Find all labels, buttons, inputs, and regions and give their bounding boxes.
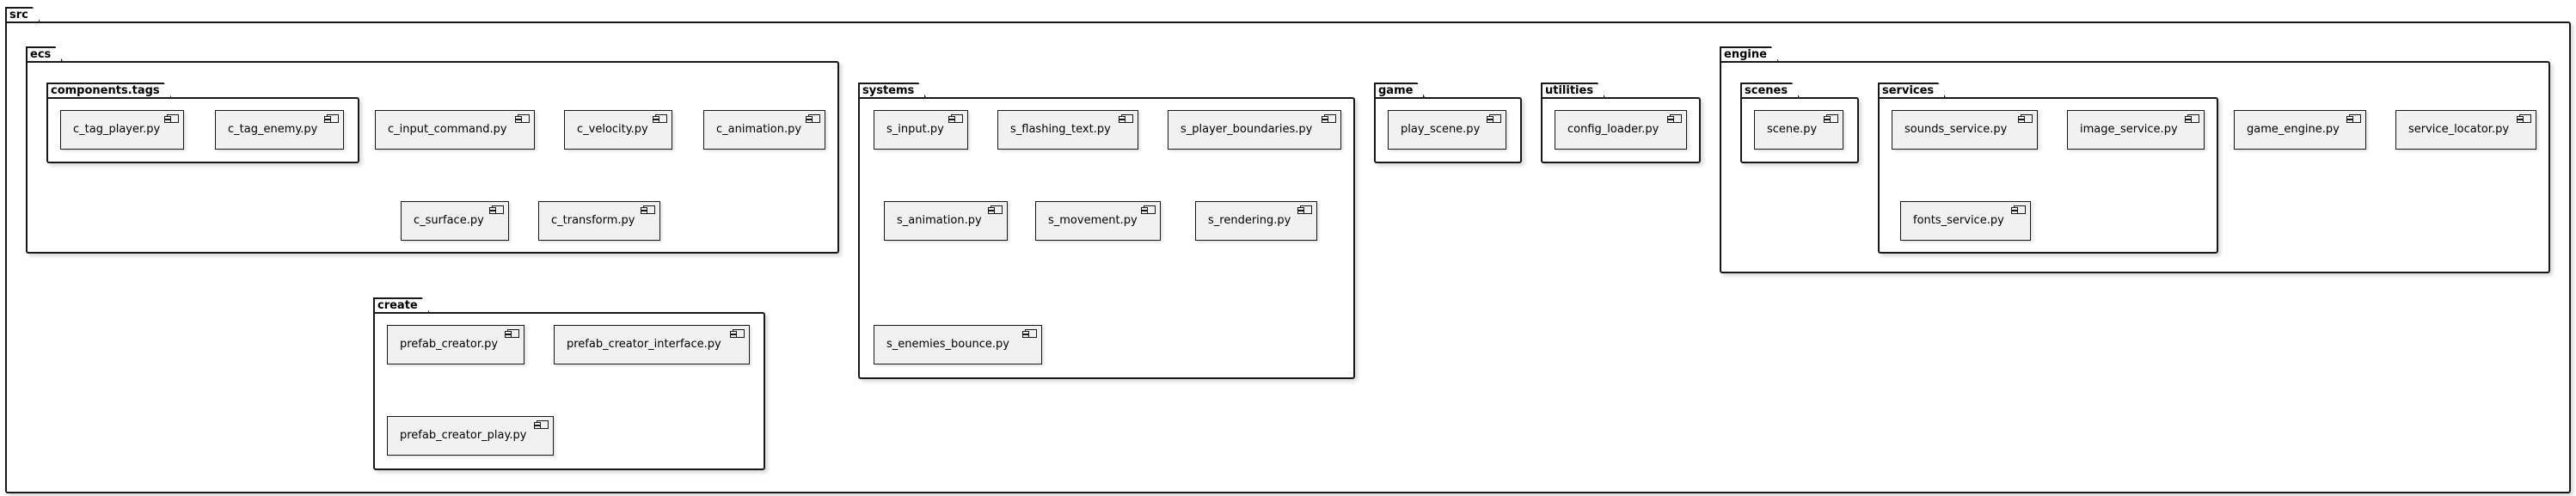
component-label: s_player_boundaries.py [1181, 123, 1313, 136]
component-label: prefab_creator.py [400, 338, 499, 351]
component-s-animation[interactable]: s_animation.py [884, 201, 1008, 241]
component-label: sounds_service.py [1904, 123, 2008, 136]
component-play-scene[interactable]: play_scene.py [1388, 110, 1506, 150]
component-label: fonts_service.py [1913, 214, 2004, 227]
component-label: s_movement.py [1048, 214, 1138, 227]
component-c-tag-player[interactable]: c_tag_player.py [60, 110, 184, 150]
component-label: s_input.py [886, 123, 944, 136]
component-icon [2185, 114, 2199, 123]
component-scene[interactable]: scene.py [1754, 110, 1843, 150]
component-c-input-command[interactable]: c_input_command.py [375, 110, 535, 150]
component-icon [505, 329, 519, 338]
component-label: c_input_command.py [388, 123, 507, 136]
component-label: service_locator.py [2408, 123, 2510, 136]
component-s-input[interactable]: s_input.py [874, 110, 968, 150]
component-s-enemies-bounce[interactable]: s_enemies_bounce.py [874, 325, 1042, 364]
package-game-label: game [1374, 83, 1425, 98]
component-label: s_rendering.py [1208, 214, 1291, 227]
component-icon [806, 114, 820, 123]
component-icon [1141, 205, 1156, 214]
component-c-velocity[interactable]: c_velocity.py [564, 110, 672, 150]
component-icon [1487, 114, 1501, 123]
component-icon [1022, 329, 1037, 338]
component-label: s_animation.py [897, 214, 982, 227]
component-c-surface[interactable]: c_surface.py [401, 201, 509, 241]
component-icon [2517, 114, 2531, 123]
component-sounds-service[interactable]: sounds_service.py [1892, 110, 2038, 150]
package-engine-label: engine [1720, 46, 1779, 62]
component-label: prefab_creator_interface.py [567, 338, 721, 351]
component-label: play_scene.py [1401, 123, 1481, 136]
component-icon [2018, 114, 2033, 123]
component-c-animation[interactable]: c_animation.py [703, 110, 825, 150]
component-label: prefab_creator_play.py [400, 429, 527, 442]
package-src-label: src [5, 7, 40, 22]
component-label: c_surface.py [414, 214, 484, 227]
package-utilities-label: utilities [1541, 83, 1605, 98]
component-game-engine[interactable]: game_engine.py [2234, 110, 2366, 150]
component-icon [1297, 205, 1312, 214]
component-label: c_animation.py [716, 123, 802, 136]
component-config-loader[interactable]: config_loader.py [1555, 110, 1687, 150]
component-label: scene.py [1767, 123, 1818, 136]
component-icon [534, 420, 549, 429]
component-prefab-creator-interface[interactable]: prefab_creator_interface.py [554, 325, 750, 364]
package-components-tags-label: components.tags [46, 83, 172, 98]
component-label: game_engine.py [2247, 123, 2340, 136]
component-icon [2346, 114, 2361, 123]
component-icon [1824, 114, 1838, 123]
component-icon [653, 114, 667, 123]
component-icon [2011, 205, 2026, 214]
component-label: s_enemies_bounce.py [886, 338, 1009, 351]
component-s-movement[interactable]: s_movement.py [1035, 201, 1161, 241]
component-label: c_tag_enemy.py [228, 123, 318, 136]
component-icon [164, 114, 179, 123]
component-label: image_service.py [2080, 123, 2178, 136]
component-icon [730, 329, 745, 338]
component-icon [948, 114, 963, 123]
component-icon [489, 205, 504, 214]
component-icon [324, 114, 339, 123]
component-label: s_flashing_text.py [1010, 123, 1111, 136]
component-label: config_loader.py [1567, 123, 1659, 136]
package-scenes-label: scenes [1740, 83, 1800, 98]
component-label: c_transform.py [551, 214, 635, 227]
component-s-flashing-text[interactable]: s_flashing_text.py [997, 110, 1138, 150]
component-label: c_velocity.py [577, 123, 648, 136]
component-c-transform[interactable]: c_transform.py [538, 201, 660, 241]
component-prefab-creator-play[interactable]: prefab_creator_play.py [387, 416, 554, 456]
component-icon [1667, 114, 1682, 123]
component-service-locator[interactable]: service_locator.py [2395, 110, 2536, 150]
component-label: c_tag_player.py [73, 123, 161, 136]
component-prefab-creator[interactable]: prefab_creator.py [387, 325, 524, 364]
component-icon [988, 205, 1003, 214]
package-services-label: services [1878, 83, 1946, 98]
component-s-rendering[interactable]: s_rendering.py [1195, 201, 1317, 241]
component-icon [1322, 114, 1336, 123]
component-icon [1119, 114, 1133, 123]
package-ecs-label: ecs [26, 46, 63, 62]
component-icon [515, 114, 530, 123]
component-icon [641, 205, 655, 214]
component-c-tag-enemy[interactable]: c_tag_enemy.py [215, 110, 344, 150]
component-fonts-service[interactable]: fonts_service.py [1900, 201, 2031, 241]
component-image-service[interactable]: image_service.py [2067, 110, 2205, 150]
package-systems-label: systems [858, 83, 926, 98]
component-s-player-boundaries[interactable]: s_player_boundaries.py [1168, 110, 1341, 150]
package-create-label: create [373, 297, 430, 313]
